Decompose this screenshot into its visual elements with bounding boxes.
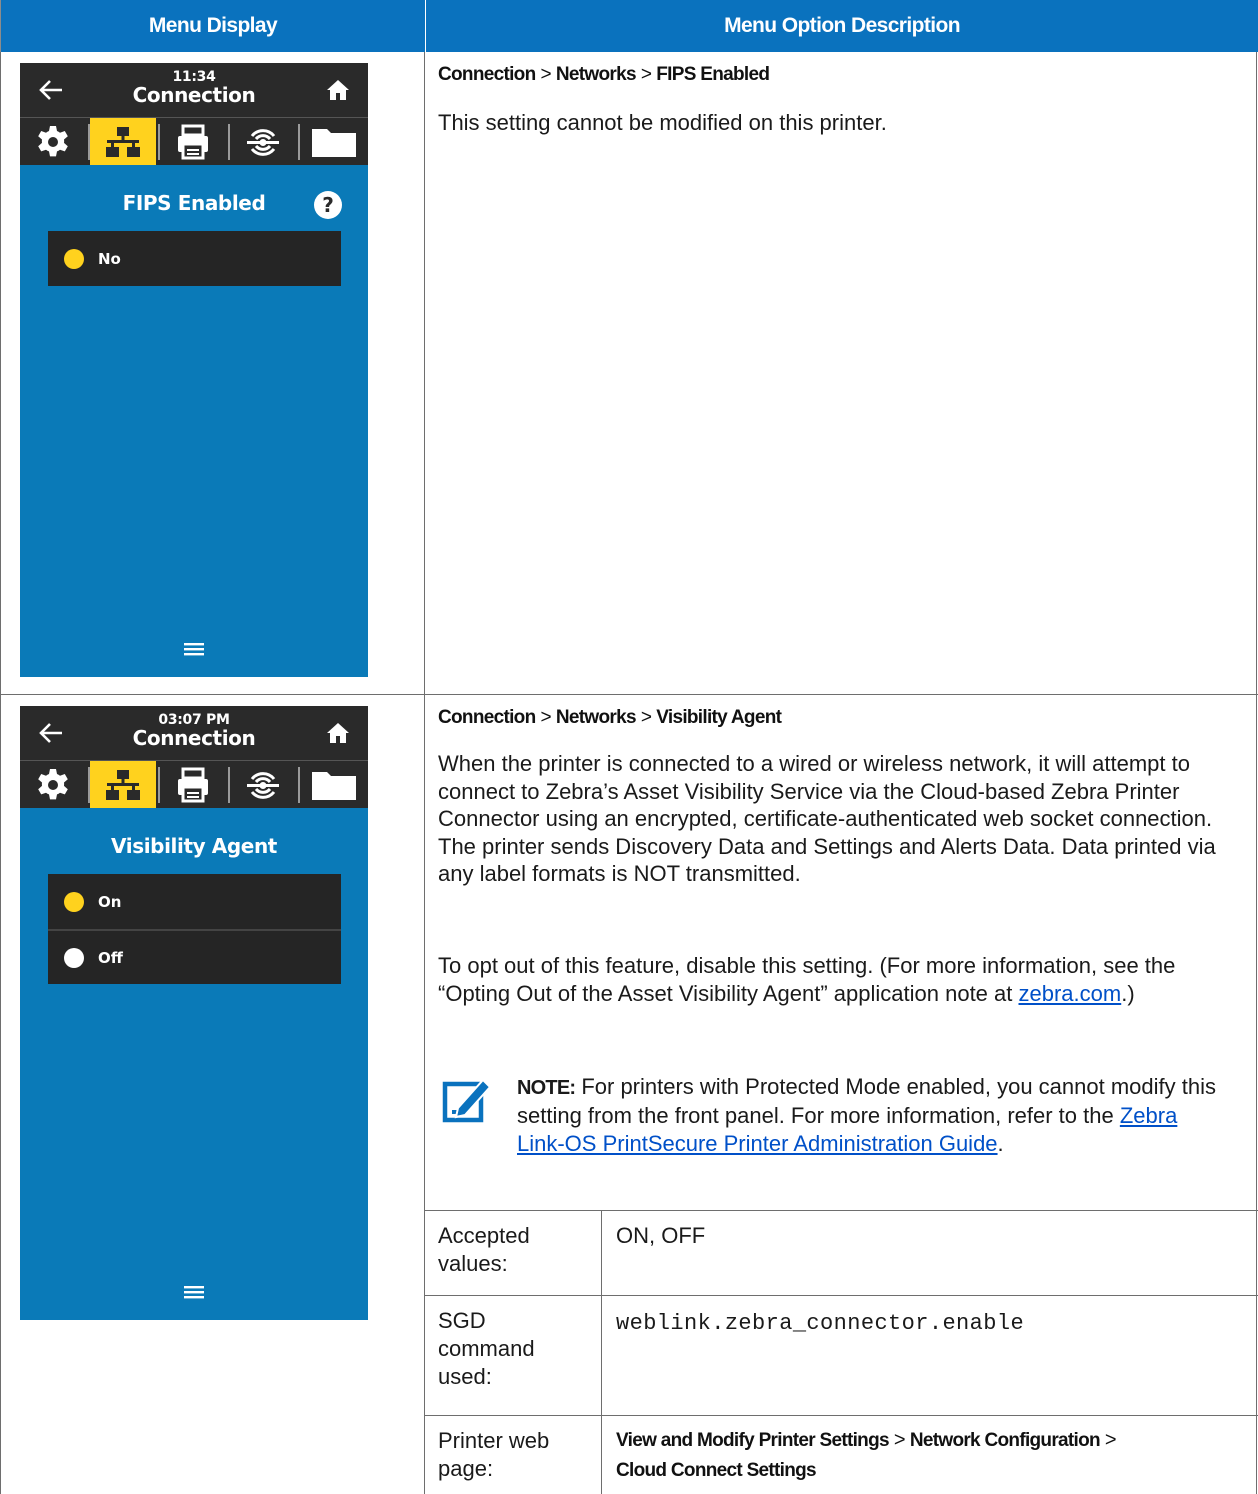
option-no[interactable]: No [48,231,341,286]
radio-unselected-icon [64,947,84,968]
home-icon[interactable] [325,77,351,103]
printer-web-page-path: View and Modify Printer Settings > Network… [616,1429,1117,1481]
fips-description: This setting cannot be modified on this … [438,110,887,135]
sensor-icon [247,128,279,156]
radio-selected-icon [64,891,84,912]
printer-icon [178,124,208,159]
network-icon [106,769,140,800]
option-on[interactable]: On [48,874,341,929]
option-off[interactable]: Off [48,929,341,984]
screen-tab-bar [20,117,368,165]
svg-text:?: ? [322,193,334,217]
header-menu-option-description: Menu Option Description [425,0,1258,52]
table-border-right [1256,52,1257,1494]
option-list: On Off [48,874,341,984]
menu-path-visibility: Connection > Networks > Visibility Agent [438,707,782,728]
sensor-icon [247,771,279,799]
zebra-com-link[interactable]: zebra.com [1019,981,1122,1006]
screen-heading: Visibility Agent [111,834,277,858]
opt-out-paragraph: To opt out of this feature, disable this… [438,953,1176,1006]
printer-screen-visibility: 03:07 PM Connection Visibility Agent On … [20,706,368,1320]
accepted-values-value: ON, OFF [616,1223,706,1248]
header-menu-display: Menu Display [0,0,425,52]
tab-rfid[interactable] [230,761,296,808]
option-list: No [48,231,341,286]
note-pencil-icon [442,1078,492,1123]
menu-path-fips: Connection > Networks > FIPS Enabled [438,64,770,85]
gear-icon [38,125,68,156]
option-label: On [98,892,122,911]
network-icon [106,126,140,157]
printer-icon [178,767,208,802]
accepted-values-label: Accepted values: [438,1223,530,1276]
details-divider-1 [424,1210,1258,1211]
option-label: No [98,249,121,268]
details-column-divider [601,1210,602,1494]
note-text: NOTE: For printers with Protected Mode e… [517,1074,1216,1156]
tab-print[interactable] [160,118,226,165]
row-divider [0,694,1258,695]
gear-icon [38,768,68,799]
visibility-description: When the printer is connected to a wired… [438,751,1216,886]
tab-print[interactable] [160,761,226,808]
home-icon[interactable] [325,720,351,746]
table-border-left [0,52,1,1494]
sgd-command-label: SGD command used: [438,1308,535,1389]
screen-title: Connection [132,83,256,107]
tab-settings[interactable] [20,118,86,165]
tab-storage[interactable] [301,118,367,165]
details-divider-3 [424,1415,1258,1416]
tab-storage[interactable] [301,761,367,808]
radio-selected-icon [64,248,84,269]
column-divider [424,52,425,1494]
option-label: Off [98,948,123,967]
hamburger-menu-icon[interactable] [180,639,208,659]
printer-web-page-label: Printer web page: [438,1428,550,1481]
folder-icon [312,771,356,800]
folder-icon [312,128,356,157]
tab-separator [298,124,300,160]
tab-connection[interactable] [90,761,156,808]
tab-separator [298,767,300,803]
screen-top-bar: 03:07 PM Connection [20,706,368,760]
tab-rfid[interactable] [230,118,296,165]
sgd-command-value: weblink.zebra_connector.enable [616,1311,1025,1336]
help-icon[interactable]: ? [313,190,343,220]
printer-screen-fips: 11:34 Connection FIPS Enabled ? No [20,63,368,677]
screen-top-bar: 11:34 Connection [20,63,368,117]
menu-table: Menu Display Menu Option Description 11:… [0,0,1258,1494]
tab-settings[interactable] [20,761,86,808]
hamburger-menu-icon[interactable] [180,1282,208,1302]
details-divider-2 [424,1295,1258,1296]
screen-title: Connection [132,726,256,750]
tab-connection[interactable] [90,118,156,165]
screen-tab-bar [20,760,368,808]
